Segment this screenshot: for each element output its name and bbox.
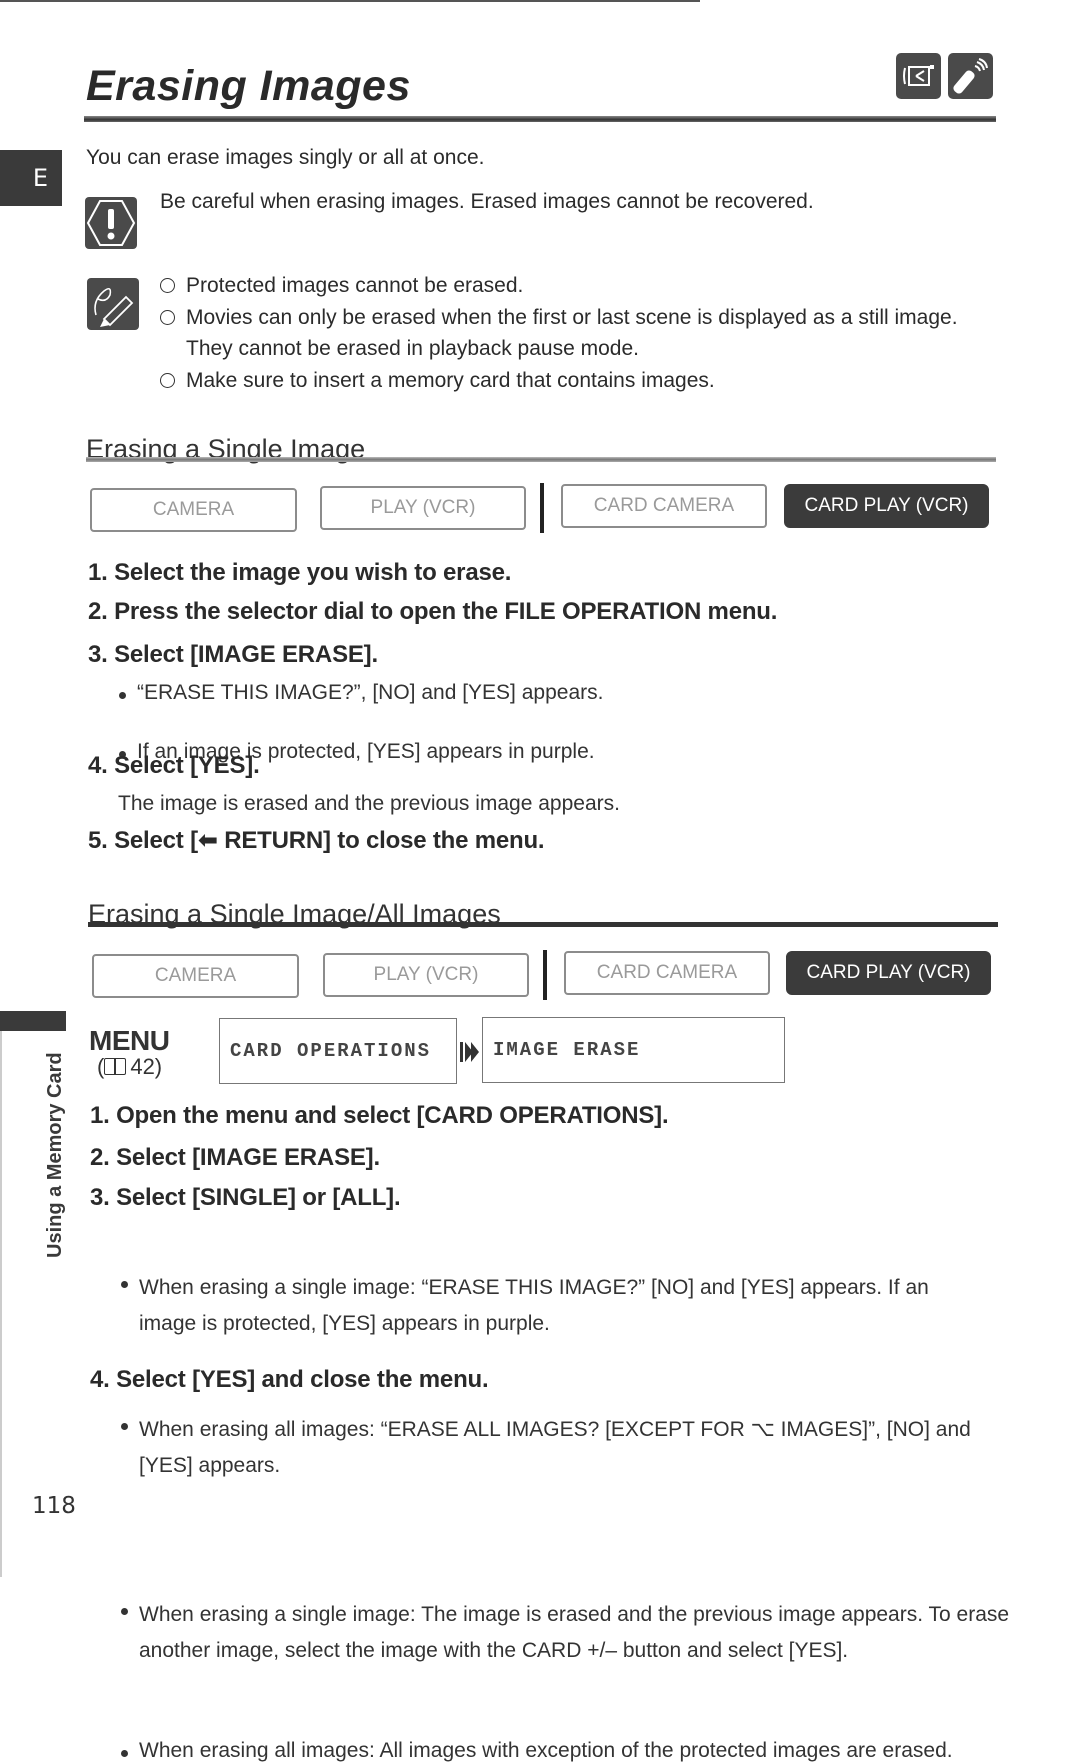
mode-separator: [540, 483, 544, 533]
step: 5. Select [⬅ RETURN] to close the menu.: [88, 827, 545, 854]
mode-play-vcr: PLAY (VCR): [323, 953, 529, 997]
step-result-text: The image is erased and the previous ima…: [118, 792, 620, 815]
bullet-item: When erasing all images: All images with…: [119, 1739, 1019, 1763]
step: 2. Select [IMAGE ERASE].: [90, 1144, 380, 1171]
menu-path-card-operations: CARD OPERATIONS: [219, 1018, 457, 1084]
mode-card-camera: CARD CAMERA: [564, 951, 770, 995]
menu-arrow-icon: [460, 1040, 480, 1069]
caution-text: Be careful when erasing images. Erased i…: [160, 190, 814, 213]
mode-card-play-vcr-active: CARD PLAY (VCR): [786, 951, 991, 995]
title-rule: [84, 116, 996, 122]
mode-card-play-vcr-active: CARD PLAY (VCR): [784, 484, 989, 528]
note-item: Protected images cannot be erased.: [160, 270, 976, 302]
mode-play-vcr: PLAY (VCR): [320, 486, 526, 530]
mode-camera: CAMERA: [92, 954, 299, 998]
menu-page-ref: (42): [97, 1054, 163, 1079]
language-tab: E: [0, 150, 62, 206]
step: 1. Open the menu and select [CARD OPERAT…: [90, 1102, 669, 1129]
note-item: Make sure to insert a memory card that c…: [160, 365, 976, 397]
remote-control-icon: [948, 53, 993, 99]
caution-icon: [85, 197, 137, 249]
page-number: 118: [32, 1493, 76, 1519]
top-border: [0, 0, 700, 2]
step: 4. Select [YES] and close the menu.: [90, 1366, 489, 1393]
bullet-item: When erasing a single image: The image i…: [119, 1597, 1019, 1669]
notes-list: Protected images cannot be erased. Movie…: [160, 270, 976, 396]
mode-camera: CAMERA: [90, 488, 297, 532]
bullet-item: When erasing all images: “ERASE ALL IMAG…: [119, 1412, 989, 1484]
intro-text: You can erase images singly or all at on…: [86, 146, 485, 169]
bullet-item: When erasing a single image: “ERASE THIS…: [119, 1270, 989, 1342]
menu-path-image-erase: IMAGE ERASE: [482, 1017, 785, 1083]
camcorder-icon: [896, 53, 941, 99]
section-rule: [86, 457, 996, 462]
step: 3. Select [IMAGE ERASE].: [88, 641, 378, 668]
section-rule: [88, 922, 998, 927]
bullet-item: “ERASE THIS IMAGE?”, [NO] and [YES] appe…: [117, 681, 1080, 705]
step: 3. Select [SINGLE] or [ALL].: [90, 1184, 401, 1211]
side-line: [0, 1031, 2, 1577]
step: 2. Press the selector dial to open the F…: [88, 598, 778, 625]
mode-card-camera: CARD CAMERA: [561, 484, 767, 528]
note-pencil-icon: [87, 278, 139, 330]
chapter-label: Using a Memory Card: [44, 1052, 66, 1258]
page-ref-text: (: [97, 1054, 105, 1079]
mode-separator: [543, 950, 547, 1000]
menu-label: MENU: [89, 1025, 170, 1056]
side-tab-bar: [0, 1011, 66, 1031]
bullet-item: If an image is protected, [YES] appears …: [117, 740, 1080, 764]
step: 4. Select [YES].: [88, 752, 260, 779]
book-icon: [104, 1058, 127, 1075]
page-title: Erasing Images: [86, 62, 411, 110]
note-item: Movies can only be erased when the first…: [160, 302, 976, 365]
step: 1. Select the image you wish to erase.: [88, 559, 512, 586]
